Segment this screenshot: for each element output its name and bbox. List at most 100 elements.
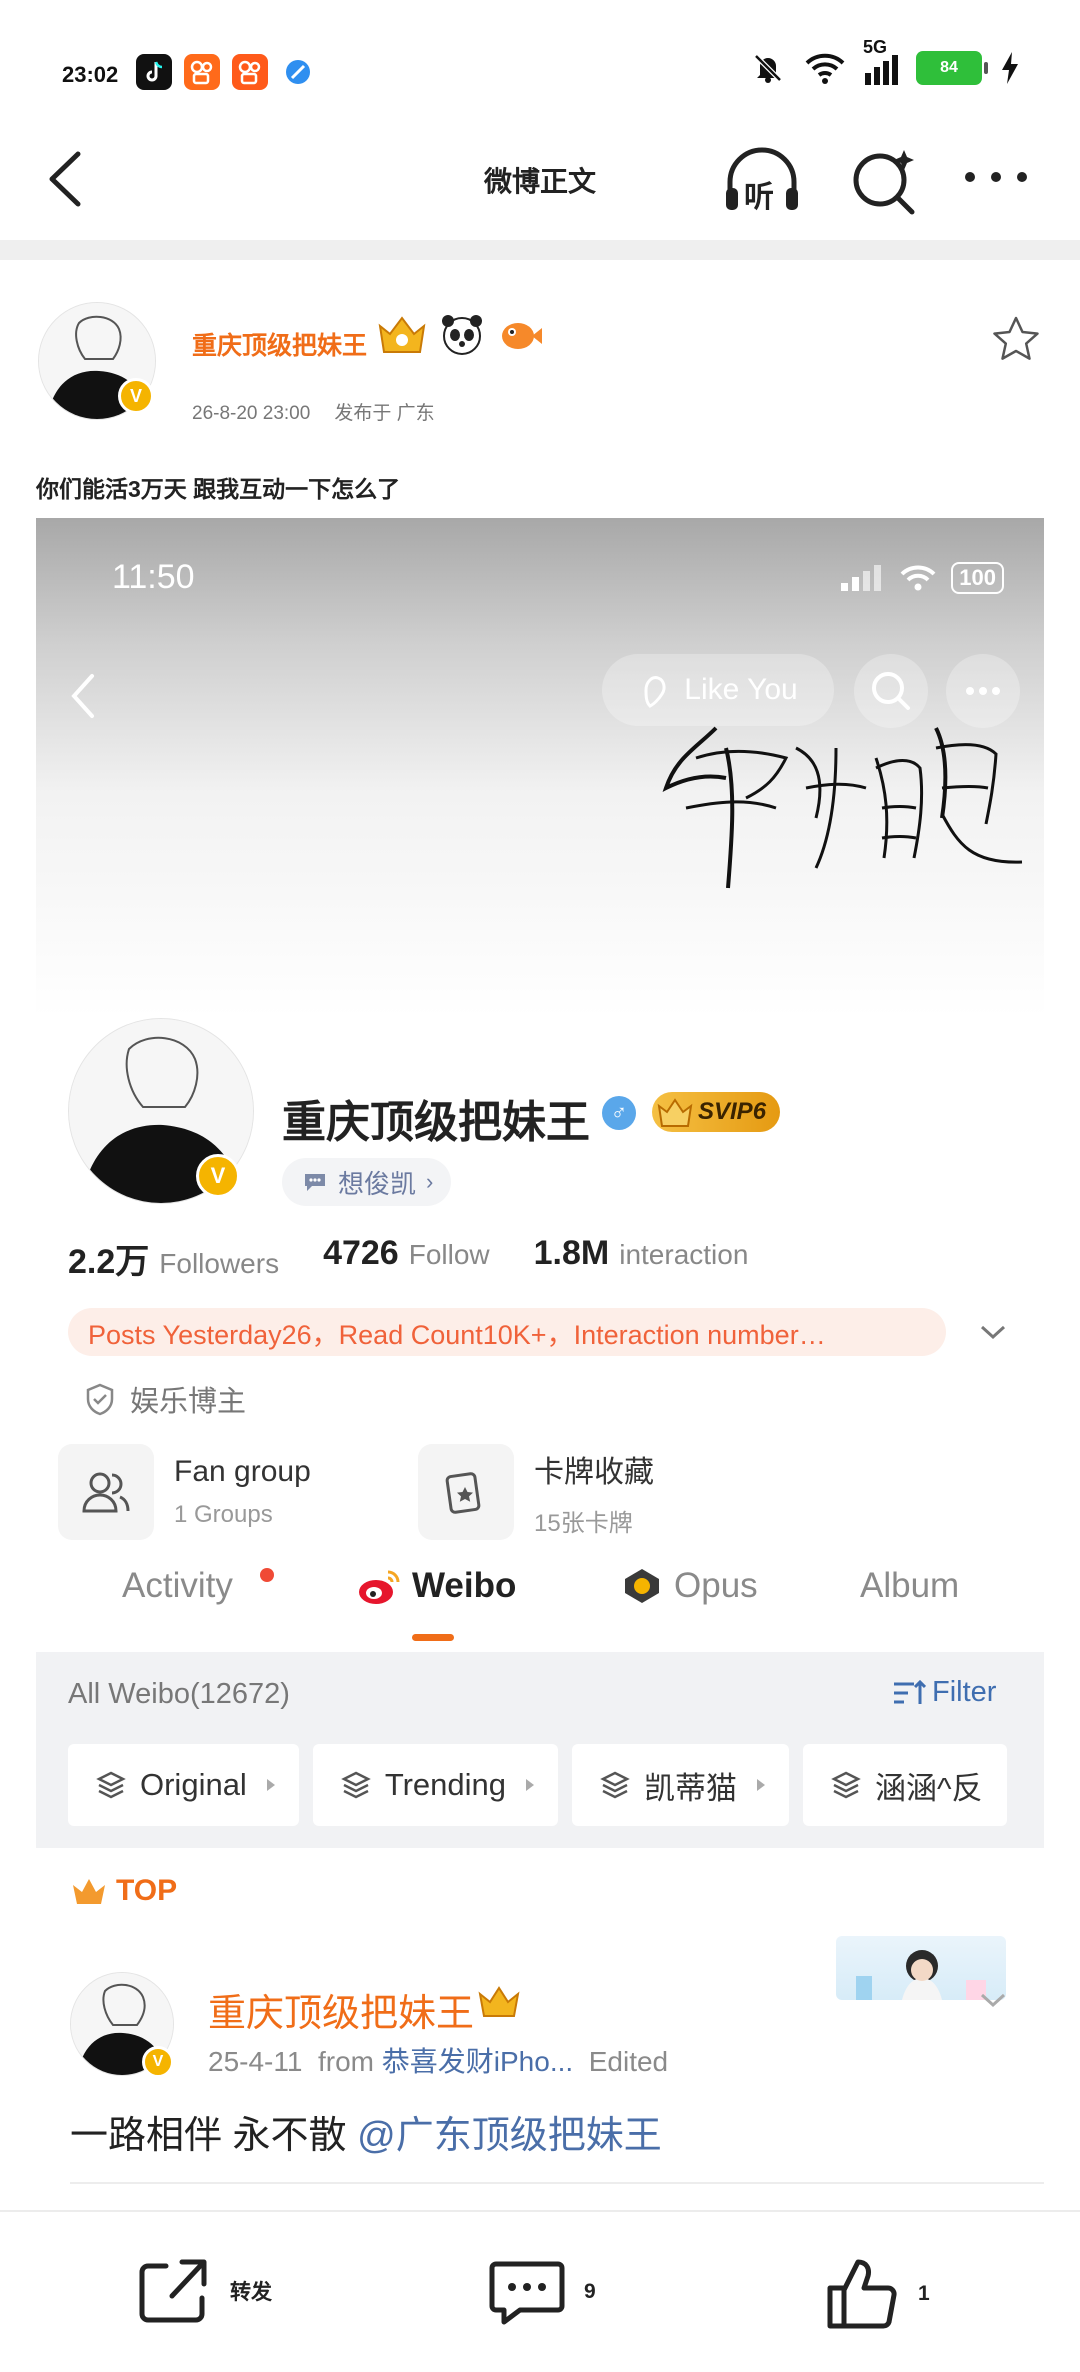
image-back-icon	[71, 674, 94, 718]
post-date: 26-8-20 23:00	[192, 403, 311, 424]
status-right: 5G 84	[751, 37, 1020, 86]
network-type: 5G	[863, 37, 888, 57]
svip-crown-badge-icon[interactable]	[376, 312, 428, 356]
super-topic-tag: 想俊凯 ›	[282, 1158, 452, 1206]
layers-icon	[341, 1771, 371, 1799]
item-svip-crown-icon	[478, 1986, 520, 2017]
item-text: 一路相伴 永不散 @广东顶级把妹王	[70, 2104, 662, 2159]
tab-album: Album	[860, 1566, 959, 1606]
item-edited: Edited	[588, 2046, 669, 2077]
top-label-text: TOP	[116, 1874, 178, 1907]
filter-panel: All Weibo(12672) Filter Original Trendin…	[36, 1652, 1044, 1848]
chip-trending: Trending	[312, 1744, 559, 1826]
tab-weibo-label: Weibo	[412, 1566, 517, 1605]
status-bar: 23:02 5G 84	[0, 0, 1080, 140]
chip-hanhan-label: 涵涵^反	[875, 1770, 983, 1806]
verified-badge-icon: V	[118, 378, 154, 414]
repost-label: 转发	[230, 2281, 272, 2304]
chip-original: Original	[68, 1744, 299, 1826]
tab-album-label: Album	[860, 1566, 960, 1605]
mute-bell-icon	[754, 54, 782, 83]
all-weibo-count: All Weibo(12672)	[68, 1678, 290, 1710]
profile-stats: 2.2万 Followers 4726 Follow 1.8M interaction	[68, 1234, 748, 1283]
follow-count: 4726	[323, 1234, 399, 1272]
wifi-icon	[805, 53, 845, 84]
chip-hello-kitty-label: 凯蒂猫	[644, 1770, 738, 1806]
fan-group-title: Fan group	[174, 1455, 311, 1488]
fish-badge-icon[interactable]	[496, 312, 544, 356]
status-time: 23:02	[62, 62, 119, 87]
chip-trending-label: Trending	[384, 1767, 507, 1802]
panda-badge-icon[interactable]	[438, 312, 486, 356]
chip-hanhan: 涵涵^反	[803, 1744, 1007, 1826]
profile-name: 重庆顶级把妹王	[282, 1098, 590, 1147]
followers-count: 2.2万	[68, 1243, 150, 1281]
author-name[interactable]: 重庆顶级把妹王	[192, 326, 367, 362]
svip-label: SVIP6	[698, 1098, 767, 1125]
caret-right-icon	[266, 1779, 275, 1791]
comment-count: 9	[584, 2280, 596, 2303]
svip-level-badge: SVIP6	[652, 1092, 781, 1132]
followers-stat: 2.2万 Followers	[68, 1234, 279, 1283]
profile-tabs: Activity Weibo Opus Album	[36, 1566, 1044, 1626]
browser-icon	[280, 54, 316, 90]
interaction-stat: 1.8M interaction	[534, 1234, 749, 1283]
author-badges	[376, 312, 544, 356]
group-people-icon	[58, 1444, 154, 1540]
card-star-icon	[418, 1444, 514, 1540]
tiktok-icon	[136, 54, 172, 90]
chevron-right-icon: ›	[426, 1169, 434, 1194]
category-chips: Original Trending 凯蒂猫 涵涵^反	[68, 1744, 1007, 1826]
filter-button: Filter	[892, 1676, 996, 1709]
battery-indicator: 84	[916, 51, 988, 85]
card-collection-sub: 15张卡牌	[534, 1509, 633, 1537]
svip-crown-icon	[657, 1098, 693, 1127]
fan-group-sub: 1 Groups	[174, 1501, 273, 1528]
image-signal-icon	[841, 565, 882, 591]
post-image[interactable]: 11:50 100 Like You V 重庆顶级把妹王 ♂ SVIP6 想俊凯…	[36, 518, 1044, 2212]
item-divider	[70, 2182, 1044, 2184]
crown-icon	[73, 1879, 105, 1904]
male-gender-icon: ♂	[602, 1096, 636, 1130]
tab-activity: Activity	[122, 1566, 233, 1606]
card-collection-tile: 卡牌收藏 15张卡牌	[418, 1442, 654, 1542]
layers-icon	[600, 1771, 630, 1799]
kuaishou-icon	[184, 54, 220, 90]
card-collection-title: 卡牌收藏	[534, 1455, 654, 1489]
repost-button[interactable]: 转发	[136, 2256, 272, 2326]
comment-bubble-icon	[489, 2261, 565, 2325]
filter-label: Filter	[932, 1676, 997, 1708]
tab-opus: Opus	[620, 1566, 758, 1606]
tab-weibo: Weibo	[356, 1566, 516, 1606]
filter-sort-icon	[894, 1679, 926, 1704]
caret-right-icon	[757, 1779, 766, 1791]
item-mention: @广东顶级把妹王	[357, 2115, 662, 2157]
like-button[interactable]: 1	[824, 2256, 930, 2332]
search-spark-icon[interactable]	[846, 142, 922, 218]
identity-tag: 娱乐博主	[84, 1378, 246, 1420]
charging-bolt-icon	[1002, 52, 1018, 84]
image-wifi-icon	[900, 565, 936, 591]
layers-icon	[96, 1771, 126, 1799]
share-arrow-icon	[139, 2259, 207, 2323]
chip-original-label: Original	[140, 1767, 247, 1802]
fan-group-tile: Fan group 1 Groups	[58, 1442, 311, 1542]
listen-button[interactable]: 听	[720, 142, 804, 218]
comment-button[interactable]: 9	[488, 2256, 596, 2328]
chip-hello-kitty: 凯蒂猫	[572, 1744, 790, 1826]
more-options-icon[interactable]	[960, 152, 1032, 202]
favorite-star-icon[interactable]	[988, 312, 1044, 368]
tab-activity-label: Activity	[122, 1566, 233, 1605]
item-source: 恭喜发财iPho...	[381, 2046, 574, 2077]
top-navigation: 微博正文 听	[0, 130, 1080, 230]
post-text: 你们能活3万天 跟我互动一下怎么了	[36, 476, 401, 502]
image-battery: 100	[951, 562, 1004, 594]
tab-opus-label: Opus	[674, 1566, 758, 1605]
opus-badge-icon	[625, 1569, 659, 1603]
layers-icon	[831, 1771, 861, 1799]
listen-label: 听	[744, 181, 774, 214]
bottom-action-bar: 转发 9 1	[0, 2210, 1080, 2372]
active-tab-indicator	[412, 1634, 454, 1641]
item-from-label: from	[318, 2046, 374, 2077]
notification-dot	[260, 1568, 274, 1582]
